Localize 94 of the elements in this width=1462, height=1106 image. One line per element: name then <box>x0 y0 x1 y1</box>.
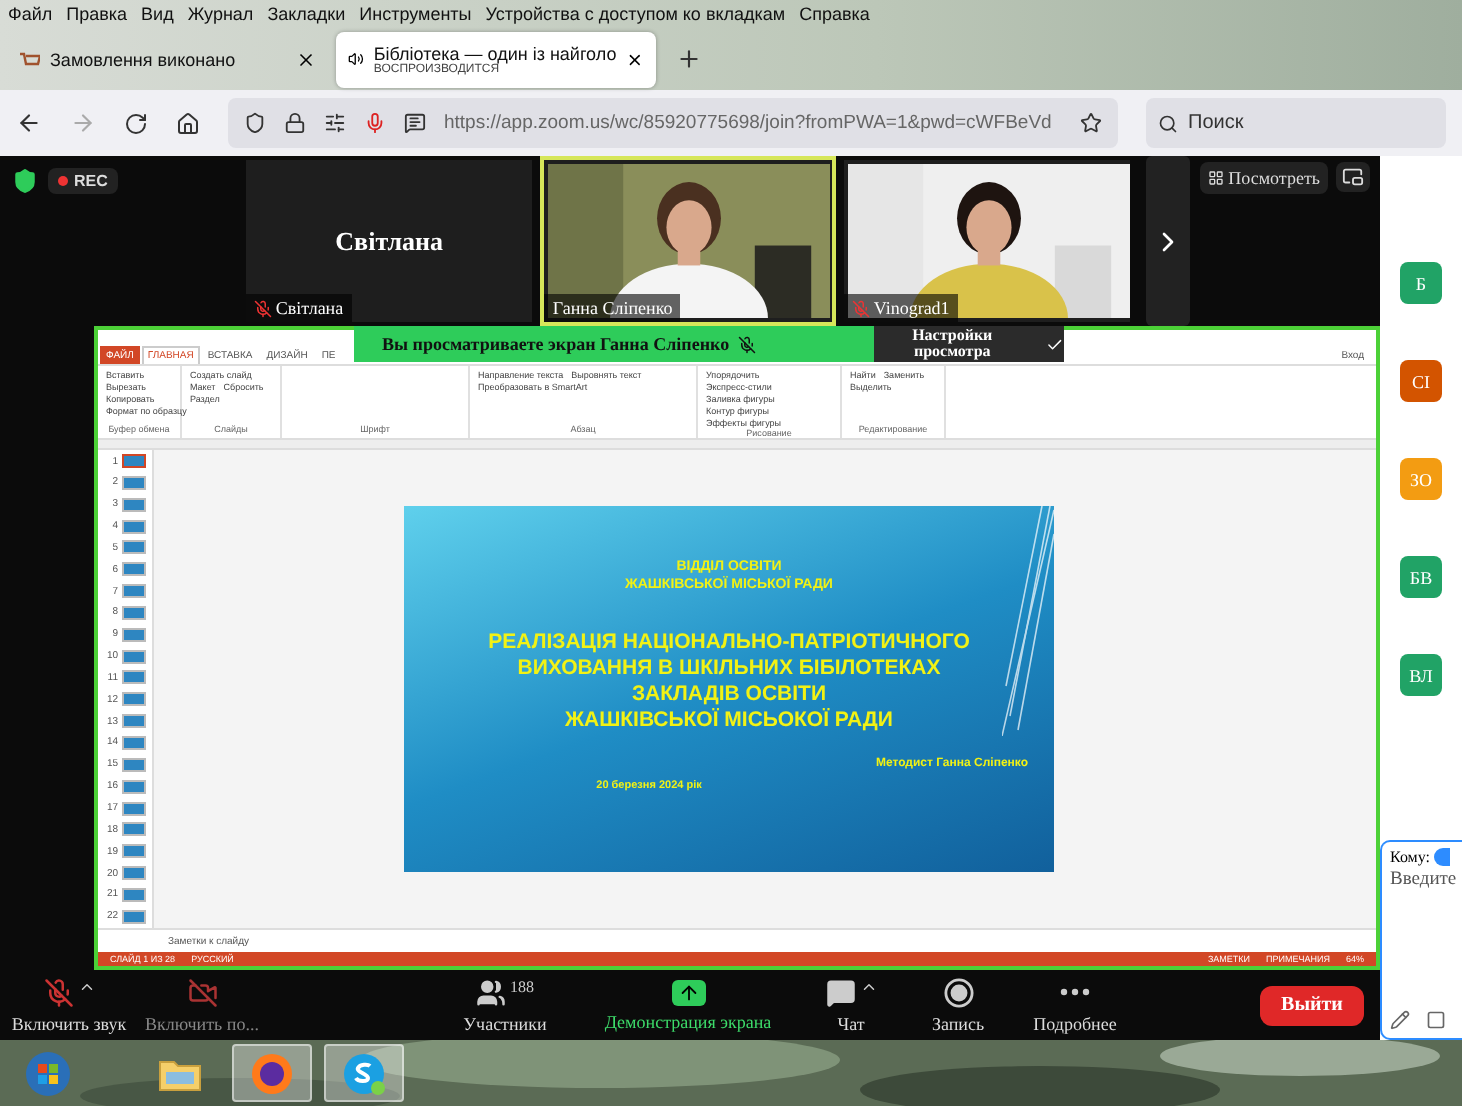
slide-thumbnail[interactable] <box>122 670 146 685</box>
address-bar[interactable]: https://app.zoom.us/wc/85920775698/join?fromPWA=1&pwd=cWFBeVd <box>228 98 1118 148</box>
participant-count: 188 <box>510 977 534 995</box>
slide-thumbnail[interactable] <box>122 540 146 555</box>
slide-thumbnail[interactable] <box>122 735 146 750</box>
speaker-icon <box>348 50 364 68</box>
browser-icon[interactable] <box>232 1044 312 1102</box>
browser-tab[interactable]: Замовлення виконано <box>8 31 328 87</box>
menu-item[interactable]: Журнал <box>187 4 254 24</box>
tab-title: Бібліотека — один із найголо <box>373 43 617 63</box>
slide-thumbnail[interactable] <box>122 519 146 534</box>
slide-thumbnail[interactable] <box>122 562 146 577</box>
recipient-chip[interactable] <box>1433 848 1450 866</box>
mic-icon <box>364 112 386 134</box>
mic-muted-icon <box>851 299 870 317</box>
people-icon <box>476 977 506 1007</box>
slide-title: ЗАКЛАДІВ ОСВІТИ <box>631 682 827 708</box>
share-screen-icon <box>671 979 705 1005</box>
mic-muted-icon <box>43 977 95 1007</box>
toolbar-button[interactable]: Включить звук <box>4 977 134 1033</box>
toolbar-button[interactable]: 188 Участники <box>430 977 580 1033</box>
recipient-label: Кому: <box>1390 848 1430 866</box>
toolbar-button[interactable]: Подробнее <box>1010 977 1140 1033</box>
home-icon[interactable] <box>176 111 200 135</box>
search-placeholder: Поиск <box>1188 112 1244 134</box>
slide-title: ВИХОВАННЯ В ШКІЛЬНИХ БІБІЛОТЕКАХ <box>517 656 941 682</box>
toolbar-button[interactable]: Демонстрация экрана <box>580 979 796 1031</box>
menu-item[interactable]: Вид <box>141 4 174 24</box>
shield-icon <box>244 112 266 134</box>
banner-text: Вы просматриваете экран Ганна Сліпенко <box>382 334 730 354</box>
toolbar-button[interactable]: Чат <box>796 977 906 1033</box>
format-icon[interactable] <box>1390 1010 1410 1030</box>
menu-item[interactable]: Закладки <box>267 4 346 24</box>
view-button[interactable]: Посмотреть <box>1200 162 1328 194</box>
slide-thumbnail[interactable] <box>122 649 146 664</box>
slide-thumbnail[interactable] <box>122 497 146 512</box>
check-icon <box>1046 335 1064 353</box>
star-icon[interactable] <box>1080 112 1102 134</box>
menu-item[interactable]: Файл <box>8 4 53 24</box>
forward-icon[interactable] <box>70 110 96 136</box>
grid-icon <box>1208 170 1225 186</box>
slide-thumbnail[interactable] <box>122 866 146 881</box>
leave-button[interactable]: Выйти <box>1260 985 1364 1025</box>
back-icon[interactable] <box>16 110 42 136</box>
pip-icon[interactable] <box>1336 162 1370 192</box>
search-icon <box>1158 113 1178 133</box>
url-text: https://app.zoom.us/wc/85920775698/join?fromPWA=1&pwd=cWFBeVd <box>444 112 1054 134</box>
slide-thumbnail[interactable] <box>122 779 146 794</box>
slide-thumbnail[interactable] <box>122 454 146 468</box>
slide-title: ЖАШКІВСЬКОЇ МІСЬОКОЇ РАДИ <box>565 708 893 734</box>
participant-label: Vinograd1 <box>873 298 950 318</box>
record-icon <box>943 977 973 1007</box>
menu-item[interactable]: Устройства с доступом ко вкладкам <box>485 4 786 24</box>
permissions-icon <box>324 112 346 134</box>
toolbar-button[interactable]: Запись <box>906 977 1010 1033</box>
avatar[interactable]: СІ <box>1400 360 1442 402</box>
video-off-icon <box>187 977 217 1007</box>
menu-item[interactable]: Правка <box>66 4 128 24</box>
mic-muted-icon <box>253 299 272 317</box>
menu-item[interactable]: Инструменты <box>359 4 472 24</box>
more-icon <box>1060 988 1090 996</box>
new-tab-icon[interactable] <box>676 46 702 72</box>
slide-thumbnail[interactable] <box>122 801 146 815</box>
compose-box[interactable]: Кому: Введите <box>1380 840 1462 1040</box>
reload-icon[interactable] <box>124 111 148 135</box>
chat-icon <box>825 977 877 1007</box>
slide-thumbnail[interactable] <box>122 475 146 490</box>
participant-label: Ганна Сліпенко <box>552 298 673 318</box>
slide-thumbnail[interactable] <box>122 605 146 620</box>
participant-name: Світлана <box>335 225 444 257</box>
slide-thumbnail[interactable] <box>122 887 146 902</box>
close-icon[interactable] <box>296 49 316 69</box>
slide-title: РЕАЛІЗАЦІЯ НАЦІОНАЛЬНО-ПАТРІОТИЧНОГО <box>488 630 970 656</box>
slide-thumbnail[interactable] <box>122 909 146 924</box>
search-field[interactable]: Поиск <box>1146 98 1446 148</box>
rec-badge: REC <box>48 168 118 194</box>
tab-title: Замовлення виконано <box>50 49 238 69</box>
cart-icon <box>20 51 40 67</box>
close-icon[interactable] <box>626 49 644 69</box>
messenger-icon[interactable] <box>324 1044 404 1102</box>
lock-icon <box>284 112 306 134</box>
slide-thumbnail[interactable] <box>122 714 146 729</box>
menu-item[interactable]: Справка <box>799 4 870 24</box>
slide-thumbnail[interactable] <box>122 844 146 859</box>
slide-thumbnail[interactable] <box>122 584 146 599</box>
mic-muted-icon <box>737 335 756 353</box>
view-settings-button[interactable]: Настройки просмотра <box>874 326 1064 362</box>
participant-label: Світлана <box>275 298 344 318</box>
slide-thumbnail[interactable] <box>122 627 146 642</box>
slide-thumbnail[interactable] <box>122 757 146 772</box>
shield-icon <box>12 168 38 194</box>
slide-thumbnail[interactable] <box>122 822 146 837</box>
slide-thumbnail[interactable] <box>122 692 146 707</box>
reader-icon <box>404 112 426 134</box>
